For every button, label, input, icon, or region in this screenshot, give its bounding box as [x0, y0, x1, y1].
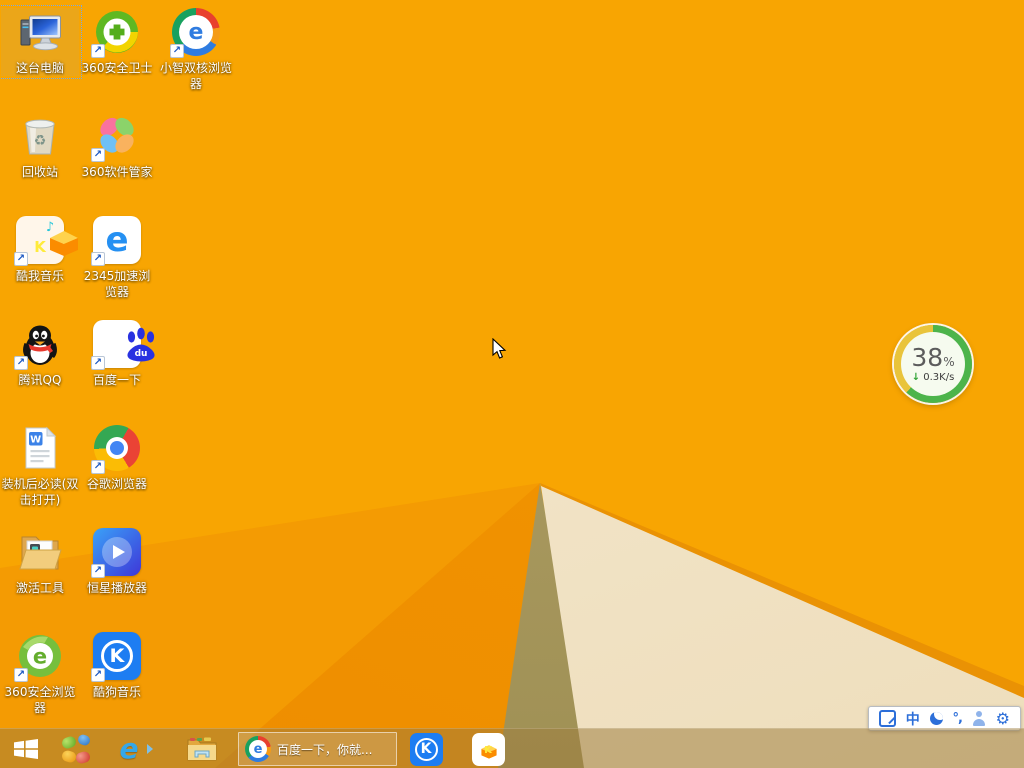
user-icon[interactable]	[972, 711, 986, 726]
shortcut-arrow-icon: ↗	[91, 148, 105, 162]
icon-label: 百度一下	[92, 373, 141, 387]
desktop[interactable]: 这台电脑 ↗ 360安全卫士 e ↗ 小智双核浏览器 ♻ 回收站 ↗ 360软件…	[0, 0, 1024, 768]
star-player-icon: ↗	[91, 528, 141, 578]
desktop-icon-2345-browser[interactable]: e ↗ 2345加速浏览器	[78, 216, 156, 300]
shortcut-arrow-icon: ↗	[14, 356, 28, 370]
shortcut-arrow-icon: ↗	[14, 252, 28, 266]
icon-label: 腾讯QQ	[18, 373, 62, 387]
desktop-icon-xiaozhi-browser[interactable]: e ↗ 小智双核浏览器	[157, 8, 235, 92]
tencent-qq-icon: ↗	[14, 320, 64, 370]
fullwidth-moon-icon[interactable]	[929, 712, 943, 725]
desktop-icon-readme-doc[interactable]: W 装机后必读(双击打开)	[1, 424, 79, 508]
icon-label: 回收站	[21, 165, 58, 179]
360-software-manager-icon: ↗	[91, 112, 141, 162]
desktop-icon-360-browser[interactable]: e ↗ 360安全浏览器	[1, 632, 79, 716]
taskbar: e e 百度一下，你就... K K	[0, 728, 1024, 768]
2345-browser-icon: e ↗	[91, 216, 141, 266]
baidu-paw-icon: du ↗	[91, 320, 155, 370]
pinwheel-icon	[60, 733, 92, 765]
net-speed-gauge[interactable]: 38% ↓ 0.3K/s	[894, 325, 972, 403]
taskbar-kuwo-button[interactable]: K	[466, 732, 510, 766]
shortcut-arrow-icon: ↗	[14, 668, 28, 682]
xiaozhi-browser-icon: e ↗	[170, 8, 220, 58]
ie-flyout-arrow-icon	[146, 744, 153, 754]
taskbar-file-explorer-button[interactable]	[180, 732, 224, 766]
windows-logo-icon	[14, 739, 38, 759]
svg-text:W: W	[30, 435, 41, 446]
shortcut-arrow-icon: ↗	[91, 44, 105, 58]
ime-settings-gear-icon[interactable]: ⚙	[996, 710, 1010, 727]
shortcut-arrow-icon: ↗	[91, 460, 105, 474]
desktop-icon-kugou-music[interactable]: K ↗ 酷狗音乐	[78, 632, 156, 700]
gauge-face: 38% ↓ 0.3K/s	[901, 332, 965, 396]
desktop-icon-tencent-qq[interactable]: ↗ 腾讯QQ	[1, 320, 79, 388]
shortcut-arrow-icon: ↗	[91, 564, 105, 578]
folder-icon	[16, 528, 64, 576]
punctuation-toggle-icon[interactable]: °,	[953, 711, 964, 726]
icon-label: 谷歌浏览器	[86, 477, 147, 491]
icon-label: 这台电脑	[15, 61, 64, 75]
svg-text:♻: ♻	[34, 133, 47, 149]
kuwo-music-icon: K	[471, 732, 505, 766]
icon-label: 360安全浏览器	[4, 685, 76, 715]
icon-label: 360安全卫士	[81, 61, 153, 75]
taskbar-360-pinwheel-button[interactable]	[57, 732, 95, 766]
desktop-icon-kuwo-music[interactable]: K ♪ ↗ 酷我音乐	[1, 216, 79, 284]
ime-logo-icon[interactable]	[878, 710, 896, 727]
kugou-music-icon: K ↗	[91, 632, 141, 682]
desktop-icon-360-safety-guard[interactable]: ↗ 360安全卫士	[78, 8, 156, 76]
360-browser-icon: e ↗	[14, 632, 64, 682]
shortcut-arrow-icon: ↗	[170, 44, 184, 58]
desktop-icon-chrome[interactable]: ↗ 谷歌浏览器	[78, 424, 156, 492]
taskbar-ie-button[interactable]: e	[108, 732, 164, 766]
down-arrow-icon: ↓	[911, 371, 921, 383]
icon-label: 装机后必读(双击打开)	[1, 477, 79, 507]
mouse-cursor	[492, 337, 507, 364]
document-icon: W	[16, 424, 64, 472]
ime-mode-toggle[interactable]: 中	[906, 709, 920, 729]
svg-text:e: e	[33, 645, 47, 669]
taskbar-kugou-button[interactable]: K	[404, 732, 448, 766]
icon-label: 360软件管家	[81, 165, 153, 179]
file-explorer-icon	[187, 737, 217, 761]
desktop-icon-star-player[interactable]: ↗ 恒星播放器	[78, 528, 156, 596]
svg-text:du: du	[135, 349, 148, 359]
shortcut-arrow-icon: ↗	[91, 356, 105, 370]
task-button-label: 百度一下，你就...	[277, 742, 373, 757]
desktop-icon-activation-tool[interactable]: 激活工具	[1, 528, 79, 596]
360-safety-guard-icon: ↗	[91, 8, 141, 58]
kuwo-music-icon: K ♪ ↗	[14, 216, 78, 266]
desktop-icon-this-pc[interactable]: 这台电脑	[0, 5, 82, 79]
icon-label: 2345加速浏览器	[83, 269, 151, 299]
start-button[interactable]	[4, 732, 48, 766]
gauge-speed: ↓ 0.3K/s	[911, 371, 955, 383]
kugou-music-icon: K	[409, 732, 443, 766]
desktop-icon-baidu[interactable]: du ↗ 百度一下	[78, 320, 156, 388]
task-button-baidu-window[interactable]: e 百度一下，你就...	[238, 732, 397, 766]
icon-label: 激活工具	[15, 581, 64, 595]
icon-label: 酷我音乐	[15, 269, 64, 283]
desktop-icon-recycle-bin[interactable]: ♻ 回收站	[1, 112, 79, 180]
desktop-icon-360-software-manager[interactable]: ↗ 360软件管家	[78, 112, 156, 180]
internet-explorer-icon: e	[119, 732, 139, 765]
chrome-icon: ↗	[91, 424, 141, 474]
gauge-percent: 38%	[911, 342, 955, 372]
icon-label: 恒星播放器	[86, 581, 147, 595]
icon-label: 酷狗音乐	[92, 685, 141, 699]
xiaozhi-browser-icon: e	[245, 736, 271, 762]
recycle-bin-icon: ♻	[16, 112, 64, 160]
this-pc-icon	[16, 8, 64, 56]
shortcut-arrow-icon: ↗	[91, 252, 105, 266]
icon-label: 小智双核浏览器	[159, 61, 232, 91]
shortcut-arrow-icon: ↗	[91, 668, 105, 682]
